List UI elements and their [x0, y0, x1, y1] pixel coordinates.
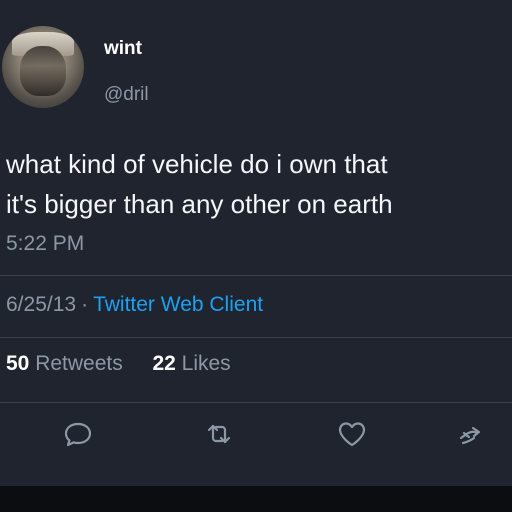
tweet-time: 5:22 PM [6, 232, 85, 255]
divider [0, 337, 512, 338]
retweet-icon[interactable] [203, 418, 235, 450]
likes-count[interactable]: 22 [152, 352, 175, 375]
tweet-text-line-2: it's bigger than any other on earth [6, 189, 393, 219]
user-handle[interactable]: @dril [104, 84, 149, 106]
divider [0, 402, 512, 403]
tweet-card: wint @dril what kind of vehicle do i own… [0, 0, 512, 486]
share-icon[interactable] [455, 418, 487, 450]
likes-label[interactable]: Likes [182, 352, 231, 375]
reply-icon[interactable] [62, 418, 94, 450]
tweet-stats: 50 Retweets 22 Likes [6, 352, 231, 376]
bottom-bar [0, 486, 512, 512]
display-name[interactable]: wint [104, 38, 142, 60]
avatar[interactable] [2, 26, 84, 108]
tweet-date: 6/25/13 [6, 293, 77, 316]
client-link[interactable]: Twitter Web Client [93, 293, 263, 316]
tweet-text: what kind of vehicle do i own that it's … [6, 144, 512, 224]
like-icon[interactable] [336, 418, 368, 450]
avatar-face [20, 46, 66, 96]
retweets-label[interactable]: Retweets [35, 352, 123, 375]
action-bar [0, 414, 512, 458]
tweet-meta: 6/25/13 · Twitter Web Client [6, 293, 263, 317]
divider [0, 275, 512, 276]
retweets-count[interactable]: 50 [6, 352, 29, 375]
tweet-text-line-1: what kind of vehicle do i own that [6, 149, 388, 179]
meta-separator: · [81, 293, 89, 316]
